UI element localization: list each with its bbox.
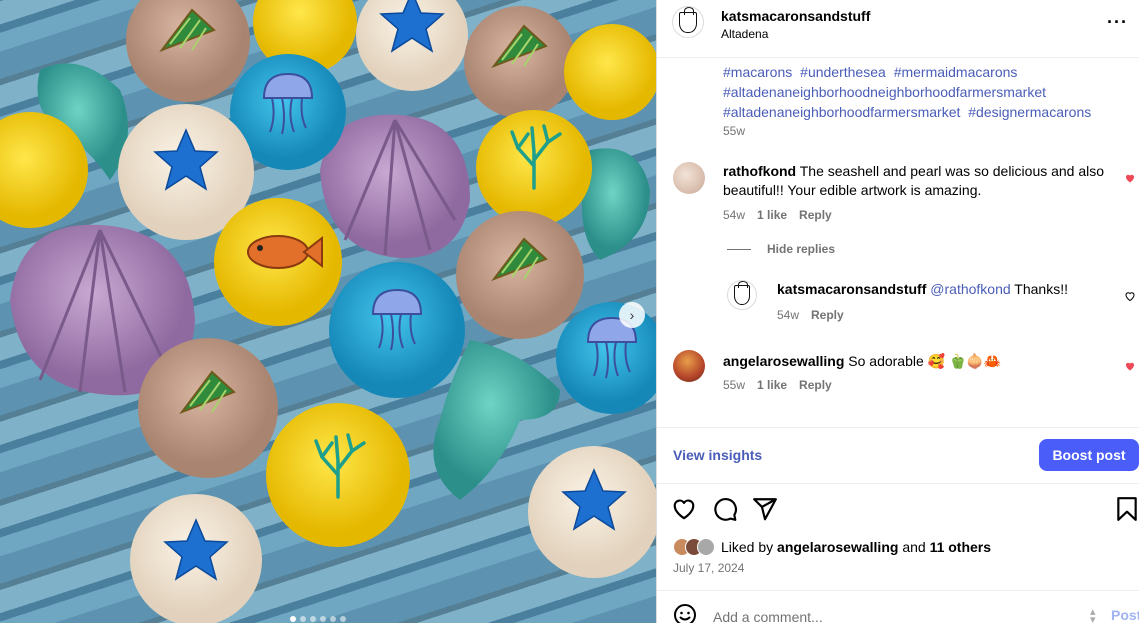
- post-comment-button[interactable]: Post: [1111, 607, 1139, 623]
- heart-outline-icon[interactable]: [1124, 290, 1136, 302]
- liked-by-user[interactable]: angelarosewalling: [777, 539, 898, 555]
- avatar[interactable]: [673, 350, 705, 382]
- reply-button[interactable]: Reply: [799, 208, 832, 222]
- avatar[interactable]: [673, 162, 705, 194]
- likes-summary: Liked by angelarosewalling and 11 others: [673, 538, 991, 556]
- heart-filled-icon[interactable]: [1124, 172, 1136, 184]
- bookmark-icon[interactable]: [1114, 496, 1139, 522]
- comment-icon[interactable]: [712, 496, 738, 522]
- reply-button[interactable]: Reply: [811, 308, 844, 322]
- comment-time[interactable]: 55w: [723, 378, 745, 392]
- liked-by-and: and: [902, 539, 926, 555]
- next-photo-button[interactable]: ›: [619, 302, 645, 328]
- reply-button[interactable]: Reply: [799, 378, 832, 392]
- comment-likes[interactable]: 1 like: [757, 378, 787, 392]
- comment-text: Thanks!!: [1014, 281, 1068, 297]
- comment-time[interactable]: 54w: [723, 208, 745, 222]
- shell-macaron: [320, 114, 470, 259]
- hashtag-link[interactable]: #underthesea: [800, 64, 886, 80]
- post-date[interactable]: July 17, 2024: [673, 561, 744, 575]
- liker-avatars[interactable]: [673, 538, 715, 556]
- comment-likes[interactable]: 1 like: [757, 208, 787, 222]
- view-insights-link[interactable]: View insights: [673, 447, 762, 463]
- heart-filled-icon[interactable]: [1124, 360, 1136, 372]
- hashtag-link[interactable]: #altadenaneighborhoodfarmersmarket: [723, 104, 960, 120]
- boost-post-button[interactable]: Boost post: [1039, 439, 1139, 471]
- hashtag-link[interactable]: #altadenaneighborhoodneighborhoodfarmers…: [723, 84, 1046, 100]
- hashtag-link[interactable]: #designermacarons: [968, 104, 1091, 120]
- carousel-dot: [290, 616, 296, 622]
- hide-replies-button[interactable]: Hide replies: [727, 242, 835, 256]
- carousel-dot: [330, 616, 336, 622]
- add-comment-bar: ▴▾ Post: [657, 590, 1139, 623]
- hashtag-link[interactable]: #macarons: [723, 64, 792, 80]
- action-bar: [657, 496, 1139, 524]
- avatar[interactable]: [672, 6, 704, 38]
- carousel-dots: [290, 616, 346, 622]
- comment-username[interactable]: katsmacaronsandstuff: [777, 281, 926, 297]
- comment-input[interactable]: [713, 607, 1073, 623]
- comment-meta: 55w 1 like Reply: [723, 378, 832, 392]
- comment-text: So adorable 🥰 🫑🧅🦀: [848, 353, 1002, 369]
- liked-by-others[interactable]: 11 others: [930, 539, 991, 555]
- hashtag-link[interactable]: #mermaidmacarons: [894, 64, 1018, 80]
- comment-meta: 54w Reply: [777, 308, 844, 322]
- mention-link[interactable]: @rathofkond: [930, 281, 1010, 297]
- emoji-icon[interactable]: [673, 603, 697, 623]
- macarons-image: [0, 0, 656, 623]
- carousel-dot: [340, 616, 346, 622]
- comment-username[interactable]: rathofkond: [723, 163, 796, 179]
- divider: [657, 427, 1139, 428]
- avatar[interactable]: [727, 280, 757, 310]
- heart-icon[interactable]: [671, 496, 697, 522]
- hide-replies-label: Hide replies: [767, 242, 836, 256]
- caption-timestamp[interactable]: 55w: [723, 124, 745, 138]
- post-location[interactable]: Altadena: [721, 27, 768, 41]
- comment-body: katsmacaronsandstuff @rathofkond Thanks!…: [777, 280, 1117, 299]
- carousel-dot: [320, 616, 326, 622]
- post-username[interactable]: katsmacaronsandstuff: [721, 8, 870, 24]
- resize-handle-icon[interactable]: ▴ ▾: [1090, 607, 1096, 623]
- more-horizontal-icon[interactable]: ···: [1107, 12, 1128, 33]
- carousel-dot: [310, 616, 316, 622]
- post-photo[interactable]: ›: [0, 0, 656, 623]
- comment-time[interactable]: 54w: [777, 308, 799, 322]
- divider: [657, 483, 1139, 484]
- comment-body: rathofkond The seashell and pearl was so…: [723, 162, 1108, 200]
- comment-username[interactable]: angelarosewalling: [723, 353, 844, 369]
- comment-body: angelarosewalling So adorable 🥰 🫑🧅🦀: [723, 352, 1108, 371]
- carousel-dot: [300, 616, 306, 622]
- share-icon[interactable]: [752, 496, 778, 522]
- post-detail-panel: katsmacaronsandstuff Altadena ··· #macar…: [656, 0, 1139, 623]
- comment-meta: 54w 1 like Reply: [723, 208, 832, 222]
- liked-by-prefix: Liked by: [721, 539, 774, 555]
- post-caption: #macarons #underthesea #mermaidmacarons …: [723, 62, 1123, 122]
- post-header: katsmacaronsandstuff Altadena ···: [657, 0, 1139, 58]
